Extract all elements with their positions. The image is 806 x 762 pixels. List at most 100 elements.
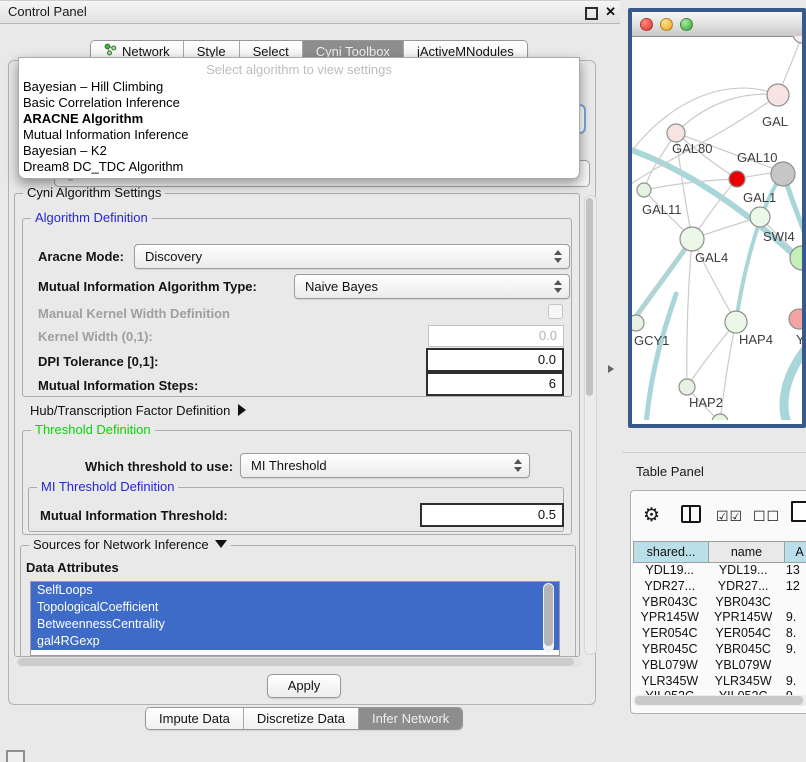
mi-steps-field[interactable]: 6 xyxy=(426,372,564,396)
dropdown-item-basic-correlation-inference[interactable]: Basic Correlation Inference xyxy=(19,95,579,111)
table-row[interactable]: YLR345WYLR345W9. xyxy=(633,674,806,690)
table-row[interactable]: YDR27...YDR27...12 xyxy=(633,579,806,595)
node-hap4[interactable] xyxy=(725,311,747,333)
mi-algorithm-type-select[interactable]: Naive Bayes xyxy=(294,274,570,299)
node-gal[interactable] xyxy=(767,84,789,106)
panel-splitter-handle[interactable] xyxy=(608,365,614,373)
apply-button[interactable]: Apply xyxy=(267,674,341,698)
algorithm-dropdown-list: Bayesian – Hill ClimbingBasic Correlatio… xyxy=(19,79,579,175)
mi-algorithm-type-value: Naive Bayes xyxy=(305,279,378,294)
table-cell: 8. xyxy=(780,626,806,642)
attributes-scrollbar[interactable] xyxy=(543,583,554,652)
aracne-mode-label: Aracne Mode: xyxy=(38,249,124,264)
dropdown-item-bayesian-hill-climbing[interactable]: Bayesian – Hill Climbing xyxy=(19,79,579,95)
dropdown-item-bayesian-k2[interactable]: Bayesian – K2 xyxy=(19,143,579,159)
node-unlabeled[interactable] xyxy=(712,414,728,420)
table-cell: YDL19... xyxy=(706,563,779,579)
algorithm-definition-legend: Algorithm Definition xyxy=(31,210,152,225)
collapse-down-icon[interactable] xyxy=(215,540,227,548)
mi-steps-label: Mutual Information Steps: xyxy=(38,378,198,393)
aracne-mode-select[interactable]: Discovery xyxy=(134,244,570,269)
aracne-mode-value: Discovery xyxy=(145,249,202,264)
settings-horizontal-scrollbar[interactable] xyxy=(16,657,582,667)
table-cell: 13 xyxy=(780,563,806,579)
attribute-item-betweennesscentrality[interactable]: BetweennessCentrality xyxy=(31,616,559,633)
settings-vertical-scrollbar[interactable] xyxy=(584,195,597,655)
node-label-swi4: SWI4 xyxy=(763,229,795,244)
which-threshold-value: MI Threshold xyxy=(251,458,327,473)
manual-kernel-label: Manual Kernel Width Definition xyxy=(38,306,230,321)
node-gal80[interactable] xyxy=(667,124,685,142)
node-label-hap4: HAP4 xyxy=(739,332,773,347)
hub-definition-toggle[interactable]: Hub/Transcription Factor Definition xyxy=(30,403,246,418)
node-label-gal10: GAL10 xyxy=(737,150,777,165)
columns-icon[interactable] xyxy=(681,505,701,523)
kernel-width-field[interactable]: 0.0 xyxy=(428,325,564,347)
table-cell: 9. xyxy=(780,674,806,690)
table-cell: YLR345W xyxy=(706,674,779,690)
tab-infer-network[interactable]: Infer Network xyxy=(359,708,462,729)
node-gcy1[interactable] xyxy=(632,315,644,331)
tab-discretize-data[interactable]: Discretize Data xyxy=(244,708,359,729)
divider xyxy=(622,452,806,453)
attribute-item-gal4rgexp[interactable]: gal4RGexp xyxy=(31,633,559,650)
page-icon[interactable] xyxy=(791,501,806,522)
column-header-name[interactable]: name xyxy=(709,541,785,563)
data-attributes-label: Data Attributes xyxy=(26,560,119,575)
node-label-gal80: GAL80 xyxy=(672,141,712,156)
node-unlabeled[interactable] xyxy=(729,171,745,187)
table-row[interactable]: YBR043CYBR043C xyxy=(633,595,806,611)
network-canvas[interactable]: GALGAL80GAL10GAL1GAL11SWI4GAL4GCY1HAP4YH… xyxy=(632,36,802,420)
close-traffic-light-icon[interactable] xyxy=(640,18,653,31)
tab-impute-data[interactable]: Impute Data xyxy=(146,708,244,729)
minimized-panel-icon[interactable] xyxy=(6,750,25,762)
attribute-item-topologicalcoefficient[interactable]: TopologicalCoefficient xyxy=(31,599,559,616)
node-hap2[interactable] xyxy=(679,379,695,395)
mi-threshold-definition-legend: MI Threshold Definition xyxy=(37,479,178,494)
which-threshold-label: Which threshold to use: xyxy=(85,459,233,474)
node-unlabeled[interactable] xyxy=(793,36,802,43)
expand-right-icon xyxy=(238,404,246,416)
node-gal10[interactable] xyxy=(771,162,795,186)
minimize-traffic-light-icon[interactable] xyxy=(660,18,673,31)
table-cell: YDL19... xyxy=(633,563,706,579)
table-row[interactable]: YPR145WYPR145W9. xyxy=(633,610,806,626)
table-row[interactable]: YDL19...YDL19...13 xyxy=(633,563,806,579)
threshold-definition-legend: Threshold Definition xyxy=(31,422,155,437)
table-cell xyxy=(780,658,806,674)
mi-threshold-field[interactable]: 0.5 xyxy=(420,503,564,527)
dropdown-item-mutual-information-inference[interactable]: Mutual Information Inference xyxy=(19,127,579,143)
dropdown-item-aracne-algorithm[interactable]: ARACNE Algorithm xyxy=(19,111,579,127)
table-cell: YDR27... xyxy=(706,579,779,595)
table-cell: YBR043C xyxy=(706,595,779,611)
kernel-width-label: Kernel Width (0,1): xyxy=(38,329,153,344)
float-window-icon[interactable] xyxy=(585,7,598,20)
cyni-settings-legend: Cyni Algorithm Settings xyxy=(23,185,165,200)
close-icon[interactable]: ✕ xyxy=(605,3,616,21)
table-row[interactable]: YBL079WYBL079W xyxy=(633,658,806,674)
table-horizontal-scrollbar[interactable] xyxy=(633,695,806,706)
attribute-item-selfloops[interactable]: SelfLoops xyxy=(31,582,559,599)
node-label-gcy1: GCY1 xyxy=(634,333,669,348)
node-y[interactable] xyxy=(789,309,802,329)
maximize-traffic-light-icon[interactable] xyxy=(680,18,693,31)
network-window-titlebar[interactable] xyxy=(632,12,802,37)
network-view-window: GALGAL80GAL10GAL1GAL11SWI4GAL4GCY1HAP4YH… xyxy=(628,8,806,428)
checked-columns-icon[interactable]: ☑☑ xyxy=(716,505,743,527)
gear-icon[interactable]: ⚙ xyxy=(643,505,660,527)
table-cell: YBR043C xyxy=(633,595,706,611)
column-header-shared[interactable]: shared... xyxy=(633,541,709,563)
which-threshold-select[interactable]: MI Threshold xyxy=(240,453,530,478)
manual-kernel-checkbox[interactable] xyxy=(548,304,563,319)
node-gal4[interactable] xyxy=(680,227,704,251)
unchecked-columns-icon[interactable]: ☐☐ xyxy=(753,505,780,527)
dropdown-item-dream8-dc-tdc-algorithm[interactable]: Dream8 DC_TDC Algorithm xyxy=(19,159,579,175)
node-label-gal11: GAL11 xyxy=(642,202,682,217)
table-row[interactable]: YER054CYER054C8. xyxy=(633,626,806,642)
node-gal1[interactable] xyxy=(750,207,770,227)
table-cell: 12 xyxy=(780,579,806,595)
column-header-a[interactable]: A xyxy=(785,541,806,563)
node-gal11[interactable] xyxy=(637,183,651,197)
table-row[interactable]: YBR045CYBR045C9. xyxy=(633,642,806,658)
dpi-tolerance-field[interactable]: 0.0 xyxy=(426,348,564,372)
